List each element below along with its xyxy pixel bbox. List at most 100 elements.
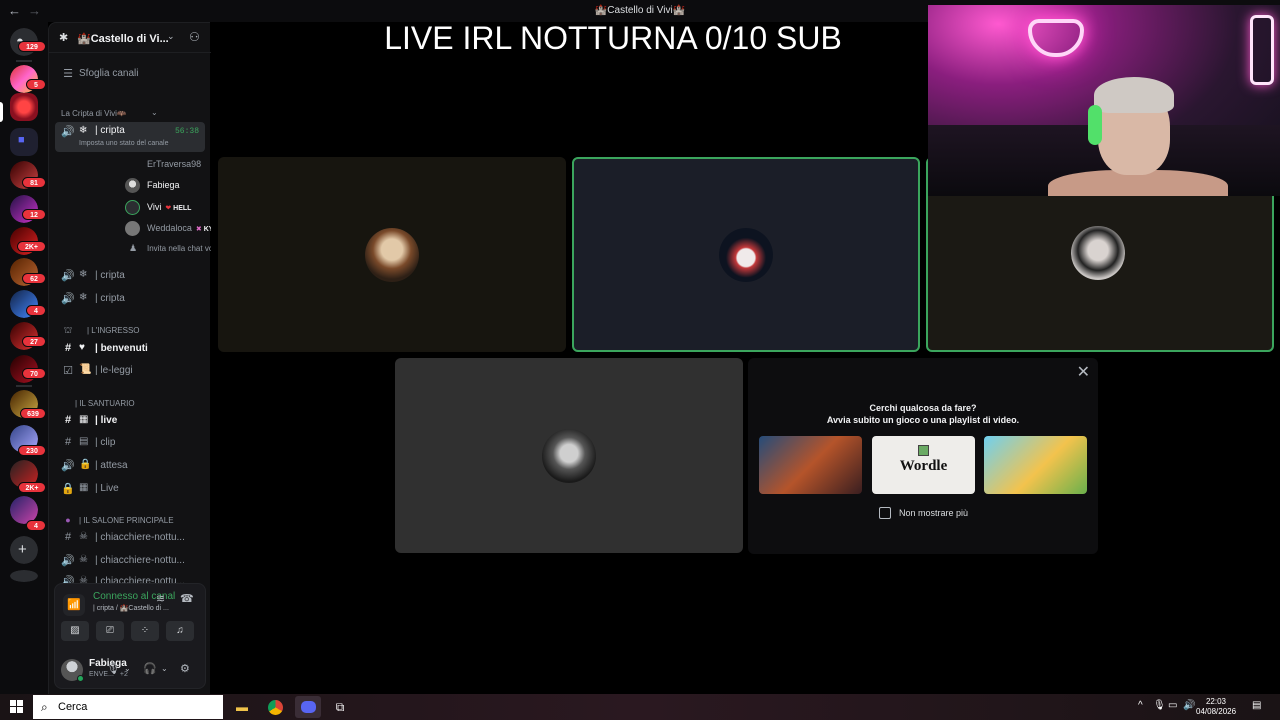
- invite-label: Invita nella chat vo...: [147, 244, 220, 253]
- avatar: [125, 178, 140, 193]
- snowflake-icon: ❄: [79, 269, 88, 280]
- online-status-dot: [77, 675, 84, 682]
- discord-taskbar-icon[interactable]: [295, 696, 321, 718]
- avatar: [719, 228, 773, 282]
- dont-show-checkbox[interactable]: [879, 507, 891, 519]
- unread-badge: 2K+: [17, 241, 46, 252]
- microphone-icon[interactable]: 🎙: [1153, 700, 1166, 711]
- neon-sign: [1250, 15, 1274, 85]
- avatar: [125, 221, 140, 236]
- stage-channel-live[interactable]: 🔒 ▦ | Live: [55, 479, 205, 499]
- game-card-wordle[interactable]: Wordle: [872, 436, 975, 494]
- game-card-strategy[interactable]: [759, 436, 862, 494]
- chrome-logo: [267, 700, 283, 715]
- unread-badge: 70: [22, 368, 46, 379]
- category-label: | L'INGRESSO: [87, 326, 140, 335]
- speaker-icon: 🔊: [61, 555, 75, 567]
- speaker-icon: 🔊: [61, 270, 75, 282]
- chevron-down-icon: ⌄: [151, 108, 158, 117]
- voice-channel-cripta[interactable]: 🔊 ❄ | cripta: [55, 266, 205, 286]
- category-ingresso[interactable]: ⛫ | L'INGRESSO: [55, 321, 205, 341]
- suggestion-subheading: Avvia subito un gioco o una playlist di …: [826, 415, 1020, 425]
- text-channel-le-leggi[interactable]: ☑ 📜 | le-leggi: [55, 361, 205, 381]
- wordle-grid-icon: [918, 445, 929, 456]
- noise-suppression-icon[interactable]: ≋: [156, 592, 165, 605]
- voice-channel-attesa[interactable]: 🔊 🔒 | attesa: [55, 456, 205, 476]
- add-member-icon[interactable]: ⚇: [189, 30, 200, 44]
- search-icon: ⌕: [41, 700, 48, 714]
- activities-button[interactable]: ⁘: [131, 621, 159, 641]
- windows-taskbar: ⌕ Cerca ▬ ⧉ ^ 🎙 ▭ 🔊 22:03 04/08/2026 ▤: [0, 694, 1280, 720]
- browse-channels[interactable]: ☰ Sfoglia canali: [55, 64, 205, 84]
- signal-icon[interactable]: 📶: [63, 594, 85, 616]
- add-server-button[interactable]: +: [10, 536, 38, 564]
- channel-label: | cripta: [95, 125, 125, 136]
- windows-start-icon[interactable]: [10, 700, 24, 714]
- unread-badge: 2K+: [18, 482, 46, 493]
- rules-icon: ☑: [63, 365, 73, 377]
- text-channel-chiacchiere[interactable]: # ☠ | chiacchiere-nottu...: [55, 528, 205, 548]
- text-channel-live[interactable]: # ▦ | live: [55, 411, 205, 431]
- capcut-icon[interactable]: ⧉: [327, 696, 353, 718]
- voice-channel-cripta-active[interactable]: 🔊 ❄ | cripta 56:38 Imposta uno stato del…: [55, 122, 205, 152]
- lock-icon: 🔒: [61, 483, 75, 495]
- settings-gear-icon[interactable]: ⚙: [180, 662, 190, 675]
- chevron-down-icon[interactable]: ⌄: [161, 664, 168, 673]
- clock-time: 22:03: [1205, 697, 1227, 706]
- unread-badge: 12: [22, 209, 46, 220]
- taskbar-clock[interactable]: 22:03 04/08/2026: [1196, 697, 1236, 717]
- add-user-icon: ♟: [129, 243, 138, 253]
- channel-label: | benvenuti: [95, 343, 148, 354]
- webcam-overlay: [928, 5, 1280, 196]
- voice-location[interactable]: | cripta / 🏰Castello di ...: [93, 604, 169, 612]
- soundboard-button[interactable]: ♫: [166, 621, 194, 641]
- voice-channel-chiacchiere[interactable]: 🔊 ☠ | chiacchiere-nottu...: [55, 551, 205, 571]
- volume-icon[interactable]: 🔊: [1183, 700, 1195, 711]
- channel-status[interactable]: Imposta uno stato del canale: [79, 140, 169, 147]
- chevron-down-icon[interactable]: ⌄: [124, 664, 131, 673]
- plus-icon: +: [18, 541, 27, 558]
- stream-title-overlay: LIVE IRL NOTTURNA 0/10 SUB: [384, 20, 842, 56]
- disconnect-icon[interactable]: ☎: [180, 592, 194, 605]
- game-card-farm[interactable]: [984, 436, 1087, 494]
- streamer-hair: [1094, 77, 1174, 113]
- dont-show-label[interactable]: Non mostrare più: [899, 508, 968, 518]
- unread-badge: 81: [22, 177, 46, 188]
- voice-channel-cripta[interactable]: 🔊 ❄ | cripta: [55, 289, 205, 309]
- close-icon[interactable]: ✕: [1077, 362, 1090, 382]
- channel-label: | Live: [95, 483, 119, 494]
- folder-glyph-icon: ■: [18, 134, 25, 146]
- taskbar-search[interactable]: ⌕ Cerca: [33, 695, 223, 719]
- headphones-icon[interactable]: 🎧: [143, 662, 157, 675]
- network-icon[interactable]: ▭: [1168, 700, 1177, 711]
- server-icon-selected[interactable]: [10, 93, 38, 121]
- chrome-icon[interactable]: [262, 696, 288, 718]
- voice-user-name: Vivi: [147, 202, 162, 212]
- screen-share-button[interactable]: ⎚: [96, 621, 124, 641]
- text-channel-benvenuti[interactable]: # ♥ | benvenuti: [55, 339, 205, 359]
- category-cripta[interactable]: La Cripta di Vivi🦇 ⌄: [55, 104, 205, 124]
- text-channel-clip[interactable]: # ▤ | clip: [55, 433, 205, 453]
- unread-badge: 27: [22, 336, 46, 347]
- participant-tile[interactable]: [395, 358, 743, 553]
- hash-icon: #: [64, 436, 72, 448]
- suggestion-heading: Cerchi qualcosa da fare?: [869, 403, 977, 413]
- folder-icon[interactable]: ■: [10, 128, 38, 156]
- search-placeholder: Cerca: [58, 701, 88, 713]
- camera-off-button[interactable]: ▨: [61, 621, 89, 641]
- clock-date: 04/08/2026: [1196, 707, 1237, 716]
- discover-button[interactable]: [10, 570, 38, 582]
- category-label: La Cripta di Vivi🦇: [61, 109, 127, 118]
- participant-tile[interactable]: [218, 157, 566, 352]
- chevron-up-icon[interactable]: ^: [1138, 700, 1143, 711]
- scroll-icon: 📜: [79, 364, 92, 375]
- channel-label: | live: [95, 415, 118, 426]
- notifications-icon[interactable]: ▤: [1252, 700, 1261, 711]
- file-explorer-icon[interactable]: ▬: [229, 696, 255, 718]
- speaker-icon: 🔊: [61, 293, 75, 305]
- server-header[interactable]: ✱ 🏰Castello di Vi... ⌄ ⚇: [49, 23, 211, 53]
- microphone-icon[interactable]: 🎙: [106, 662, 120, 675]
- participant-tile-speaking[interactable]: [572, 157, 920, 352]
- unread-badge: 62: [22, 273, 46, 284]
- channel-label: | cripta: [95, 293, 125, 304]
